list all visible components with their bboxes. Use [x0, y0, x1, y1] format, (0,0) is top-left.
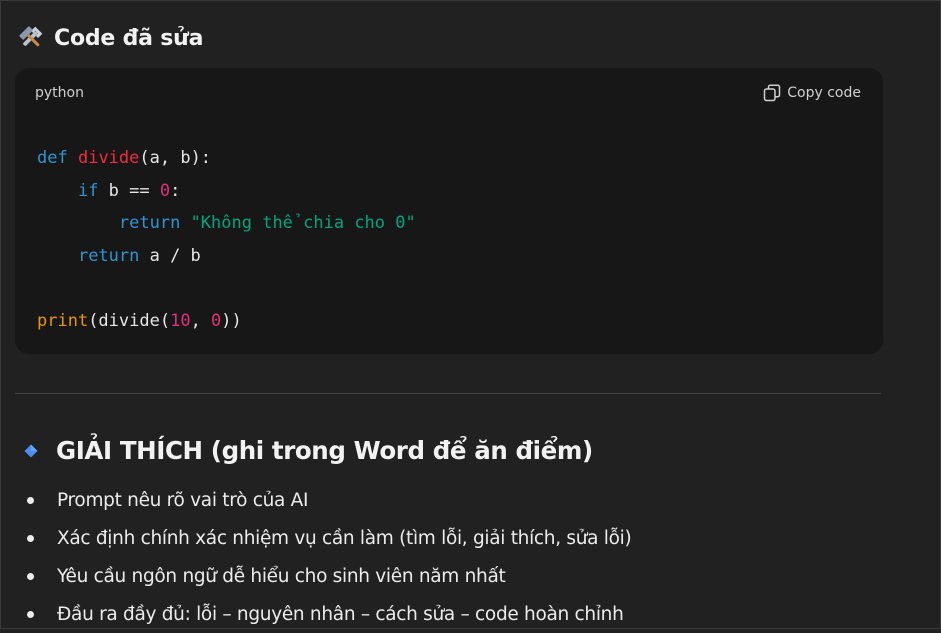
explanation-heading: GIẢI THÍCH (ghi trong Word để ăn điểm): [23, 436, 593, 465]
list-item-text: Đầu ra đầy đủ: lỗi – nguyên nhân – cách …: [57, 603, 624, 625]
blue-diamond-icon: [23, 443, 39, 459]
code-language-label: python: [35, 85, 84, 101]
copy-code-label: Copy code: [787, 85, 861, 101]
code-token: print: [37, 310, 89, 331]
list-item: Xác định chính xác nhiệm vụ cần làm (tìm…: [27, 519, 632, 557]
code-token: return: [77, 245, 140, 266]
list-item-text: Xác định chính xác nhiệm vụ cần làm (tìm…: [57, 527, 632, 549]
list-item-text: Yêu cầu ngôn ngữ dễ hiểu cho sinh viên n…: [57, 565, 506, 587]
code-line: return a / b: [37, 240, 416, 273]
code-line: if b == 0:: [37, 175, 416, 208]
code-token: return: [118, 213, 181, 234]
code-line: def divide(a, b):: [37, 142, 416, 175]
code-line: print(divide(10, 0)): [37, 305, 416, 338]
fixed-code-heading: Code đã sửa: [17, 24, 203, 52]
section-divider: [15, 393, 881, 394]
code-token: if: [77, 180, 99, 201]
code-token: b ==: [98, 180, 160, 201]
explanation-list: Prompt nêu rõ vai trò của AI Xác định ch…: [27, 481, 632, 633]
bullet-icon: [27, 572, 34, 580]
list-item-text: Prompt nêu rõ vai trò của AI: [57, 489, 309, 511]
copy-icon: [763, 84, 781, 102]
code-token: :: [170, 180, 181, 201]
code-token: 0: [159, 180, 171, 201]
code-token: 10: [170, 310, 191, 331]
copy-code-button[interactable]: Copy code: [763, 84, 861, 102]
code-block: python Copy code def divide(a, b): if b …: [15, 68, 883, 354]
code-token: "Không thể chia cho 0": [190, 213, 416, 234]
code-token: 0: [211, 310, 222, 331]
explanation-title: GIẢI THÍCH (ghi trong Word để ăn điểm): [56, 436, 593, 465]
code-token: (a, b):: [139, 148, 212, 168]
code-block-header: python Copy code: [15, 68, 883, 118]
hammer-and-wrench-icon: [17, 24, 45, 52]
bullet-icon: [27, 496, 34, 504]
code-token: divide: [77, 148, 140, 168]
list-item: Yêu cầu ngôn ngữ dễ hiểu cho sinh viên n…: [27, 557, 631, 595]
list-item: Prompt nêu rõ vai trò của AI: [27, 481, 631, 519]
code-token: a / b: [139, 245, 201, 266]
code-token: ,: [190, 310, 212, 331]
fixed-code-title: Code đã sửa: [54, 25, 204, 51]
bullet-icon: [27, 534, 34, 542]
code-token: (divide(: [88, 310, 171, 331]
code-content: def divide(a, b): if b == 0: return "Khô…: [37, 142, 416, 338]
code-token: def: [37, 148, 68, 168]
code-token: )): [221, 310, 242, 331]
list-item: Đầu ra đầy đủ: lỗi – nguyên nhân – cách …: [27, 595, 631, 633]
code-line: return "Không thể chia cho 0": [37, 207, 416, 240]
bullet-icon: [27, 610, 34, 618]
